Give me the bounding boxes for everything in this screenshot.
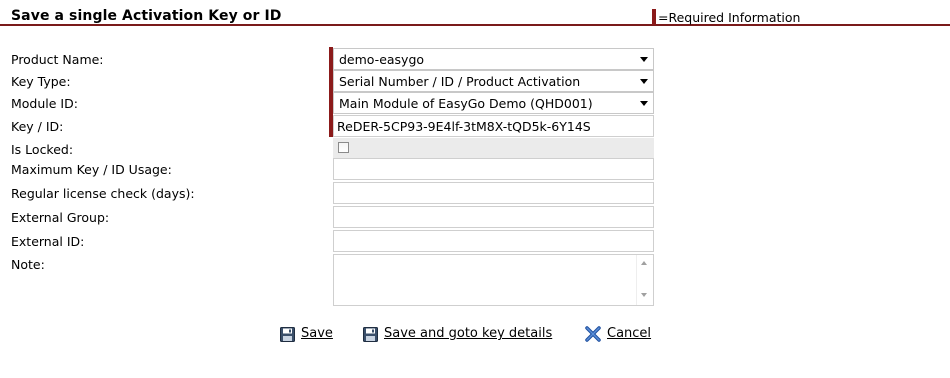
note-scrollbar[interactable]	[636, 255, 653, 305]
key-type-value: Serial Number / ID / Product Activation	[339, 74, 581, 89]
save-goto-details-label: Save and goto key details	[384, 326, 553, 341]
max-usage-label: Maximum Key / ID Usage:	[11, 162, 172, 177]
product-name-label: Product Name:	[11, 52, 104, 67]
module-id-value: Main Module of EasyGo Demo (QHD001)	[339, 96, 593, 111]
key-id-label: Key / ID:	[11, 119, 64, 134]
scroll-down-icon[interactable]	[641, 293, 647, 297]
save-label: Save	[301, 326, 333, 341]
page-title: Save a single Activation Key or ID	[11, 8, 282, 24]
note-label: Note:	[11, 257, 45, 272]
product-name-value: demo-easygo	[339, 52, 425, 67]
module-id-label: Module ID:	[11, 96, 78, 111]
chevron-down-icon	[640, 101, 648, 106]
chevron-down-icon	[640, 79, 648, 84]
is-locked-checkbox[interactable]	[338, 142, 349, 153]
required-info-text: =Required Information	[658, 9, 801, 25]
scroll-up-icon[interactable]	[641, 261, 647, 265]
floppy-disk-icon	[280, 327, 295, 342]
is-locked-label: Is Locked:	[11, 142, 74, 157]
floppy-disk-icon	[363, 327, 378, 342]
module-id-select[interactable]: Main Module of EasyGo Demo (QHD001)	[333, 92, 654, 114]
external-group-input[interactable]	[333, 206, 654, 228]
external-id-label: External ID:	[11, 234, 85, 249]
key-id-value: ReDER-5CP93-9E4lf-3tM8X-tQD5k-6Y14S	[337, 119, 591, 134]
product-name-select[interactable]: demo-easygo	[333, 48, 654, 70]
key-type-label: Key Type:	[11, 74, 71, 89]
key-id-input[interactable]: ReDER-5CP93-9E4lf-3tM8X-tQD5k-6Y14S	[333, 115, 654, 137]
note-textarea[interactable]	[333, 254, 654, 306]
required-marker	[652, 9, 656, 25]
is-locked-row	[333, 138, 654, 158]
page-header: Save a single Activation Key or ID =Requ…	[0, 0, 950, 26]
chevron-down-icon	[640, 57, 648, 62]
cancel-button[interactable]: Cancel	[585, 326, 651, 342]
external-group-label: External Group:	[11, 210, 110, 225]
license-check-label: Regular license check (days):	[11, 186, 195, 201]
license-check-input[interactable]	[333, 182, 654, 204]
key-type-select[interactable]: Serial Number / ID / Product Activation	[333, 70, 654, 92]
required-info-legend: =Required Information	[652, 8, 800, 26]
max-usage-input[interactable]	[333, 158, 654, 180]
external-id-input[interactable]	[333, 230, 654, 252]
x-cross-icon	[585, 326, 601, 342]
save-goto-details-button[interactable]: Save and goto key details	[363, 326, 552, 342]
save-button[interactable]: Save	[280, 326, 333, 342]
cancel-label: Cancel	[607, 326, 652, 341]
